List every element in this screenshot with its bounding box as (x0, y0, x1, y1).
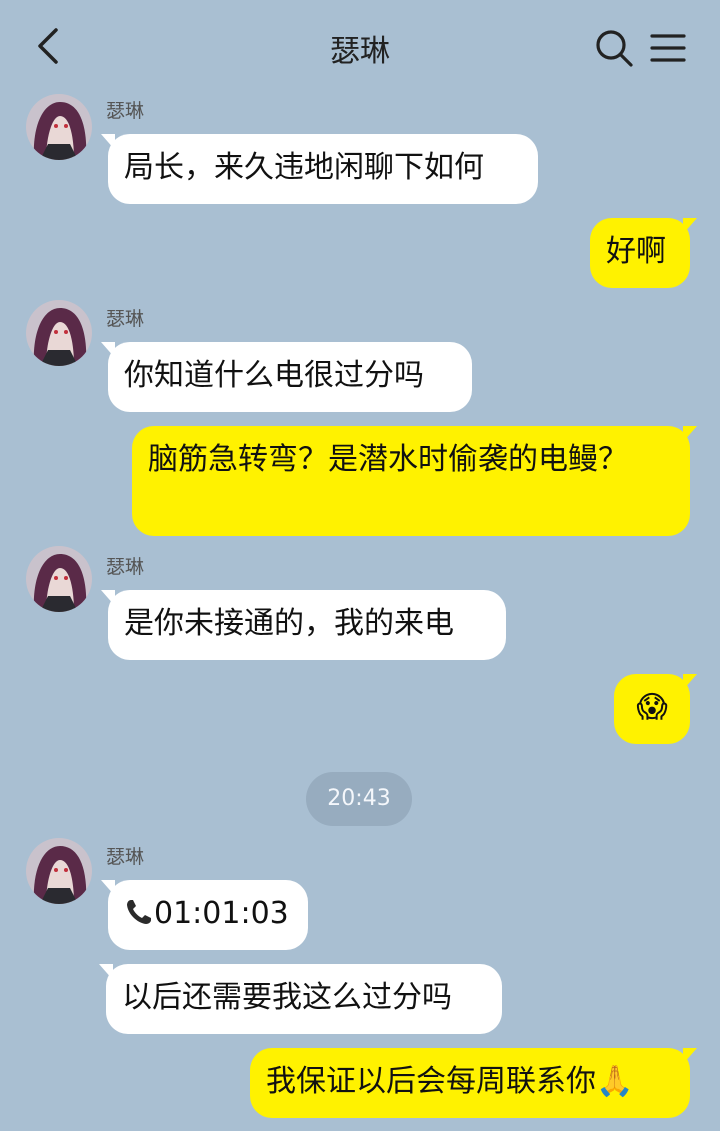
timestamp-pill: 20:43 (306, 772, 412, 826)
outgoing-message-bubble[interactable]: 好啊 (590, 218, 697, 288)
message-text: 好啊 (606, 234, 666, 269)
search-icon (596, 30, 633, 67)
outgoing-message-bubble[interactable]: 我保证以后会每周联系你🙏 (250, 1048, 697, 1118)
phone-icon (127, 900, 151, 924)
incoming-message-bubble[interactable]: 你知道什么电很过分吗 (101, 342, 472, 412)
message-text: 你知道什么电很过分吗 (124, 358, 424, 393)
avatar-image (26, 546, 92, 612)
avatar-image (26, 94, 92, 160)
avatar[interactable] (26, 546, 92, 612)
message-text: 是你未接通的，我的来电 (124, 606, 454, 641)
menu-button[interactable] (648, 30, 688, 66)
avatar-image (26, 838, 92, 904)
sender-name: 瑟琳 (106, 556, 145, 578)
avatar[interactable] (26, 300, 92, 366)
sender-name: 瑟琳 (106, 846, 145, 868)
incoming-message-bubble[interactable]: 局长，来久违地闲聊下如何 (101, 134, 538, 204)
avatar-image (26, 300, 92, 366)
search-button[interactable] (592, 26, 636, 70)
chevron-left-icon (38, 28, 58, 64)
message-emoji: 😱 (636, 690, 668, 725)
sender-name: 瑟琳 (106, 100, 145, 122)
avatar[interactable] (26, 838, 92, 904)
call-record-bubble[interactable]: 01:01:03 (101, 880, 308, 950)
chat-header: 瑟琳 (0, 0, 720, 92)
incoming-message-bubble[interactable]: 是你未接通的，我的来电 (101, 590, 506, 660)
outgoing-message-bubble[interactable]: 😱 (614, 674, 697, 744)
sender-name: 瑟琳 (106, 308, 145, 330)
message-text: 脑筋急转弯？是潜水时偷袭的电鳗？ (148, 442, 628, 477)
call-duration: 01:01:03 (154, 896, 289, 931)
message-text: 局长，来久违地闲聊下如何 (124, 150, 484, 185)
back-button[interactable] (30, 24, 70, 68)
incoming-message-bubble[interactable]: 以后还需要我这么过分吗 (99, 964, 502, 1034)
avatar[interactable] (26, 94, 92, 160)
message-text: 我保证以后会每周联系你🙏 (266, 1064, 634, 1099)
outgoing-message-bubble[interactable]: 脑筋急转弯？是潜水时偷袭的电鳗？ (132, 426, 697, 536)
message-text: 以后还需要我这么过分吗 (122, 980, 452, 1015)
menu-icon (650, 34, 686, 62)
